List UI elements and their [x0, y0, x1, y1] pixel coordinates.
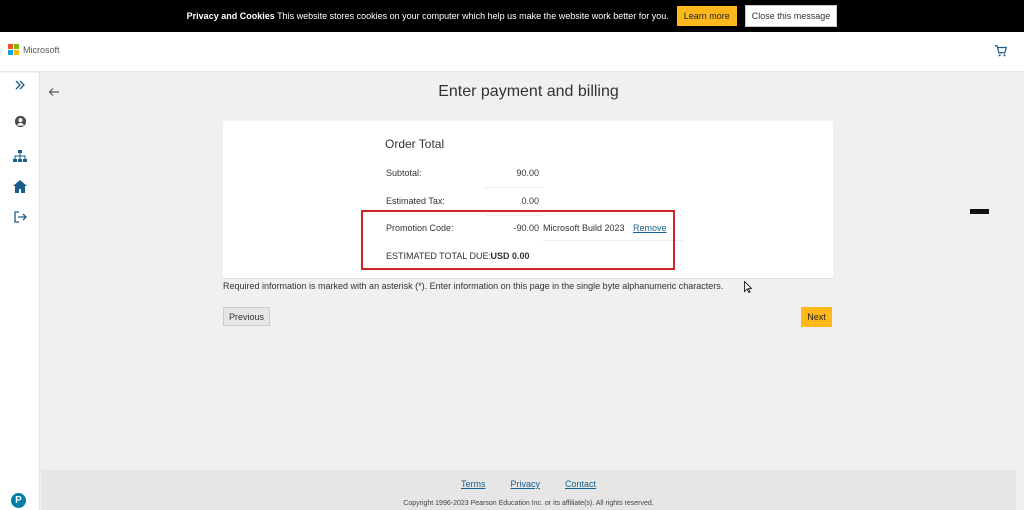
- expand-icon[interactable]: [12, 77, 28, 93]
- left-rail: [0, 73, 40, 510]
- order-total-card: Order Total Subtotal: 90.00 Estimated Ta…: [223, 121, 833, 279]
- microsoft-logo[interactable]: Microsoft: [8, 44, 60, 55]
- user-icon[interactable]: [12, 113, 28, 129]
- previous-button[interactable]: Previous: [223, 307, 270, 326]
- tax-label: Estimated Tax:: [386, 196, 445, 206]
- subtotal-row: Subtotal: 90.00: [386, 164, 686, 188]
- page-title: Enter payment and billing: [438, 83, 619, 100]
- cart-icon[interactable]: [994, 44, 1008, 58]
- main-content: Enter payment and billing Order Total Su…: [41, 73, 1016, 470]
- required-info-text: Required information is marked with an a…: [223, 281, 724, 291]
- cookie-body: This website stores cookies on your comp…: [277, 11, 669, 21]
- sitemap-icon[interactable]: [12, 148, 28, 164]
- top-header: Microsoft: [0, 32, 1024, 72]
- privacy-link[interactable]: Privacy: [510, 479, 540, 489]
- order-total-heading: Order Total: [385, 137, 445, 151]
- terms-link[interactable]: Terms: [461, 479, 486, 489]
- microsoft-logo-icon: [8, 44, 19, 55]
- copyright-text: Copyright 1996-2023 Pearson Education In…: [403, 500, 654, 507]
- learn-more-button[interactable]: Learn more: [676, 6, 737, 26]
- home-icon[interactable]: [12, 178, 28, 194]
- close-message-button[interactable]: Close this message: [744, 5, 838, 27]
- brand-name: Microsoft: [23, 44, 60, 55]
- cookie-banner: Privacy and Cookies This website stores …: [0, 0, 1024, 32]
- mouse-cursor-icon: [744, 281, 752, 293]
- pearson-logo-icon[interactable]: P: [11, 493, 26, 508]
- next-button[interactable]: Next: [801, 307, 832, 327]
- cookie-title: Privacy and Cookies: [186, 11, 275, 21]
- tax-value: 0.00: [521, 196, 539, 206]
- cookie-message: Privacy and Cookies This website stores …: [187, 11, 669, 21]
- side-marker: [970, 209, 989, 214]
- contact-link[interactable]: Contact: [565, 479, 596, 489]
- tax-row: Estimated Tax: 0.00: [386, 192, 686, 216]
- promo-highlight-box: [361, 210, 675, 270]
- footer-links: Terms Privacy Contact: [41, 479, 1016, 489]
- subtotal-label: Subtotal:: [386, 168, 422, 178]
- subtotal-value: 90.00: [516, 168, 539, 178]
- sign-out-icon[interactable]: [12, 209, 28, 225]
- footer: Terms Privacy Contact Copyright 1996-202…: [41, 470, 1016, 510]
